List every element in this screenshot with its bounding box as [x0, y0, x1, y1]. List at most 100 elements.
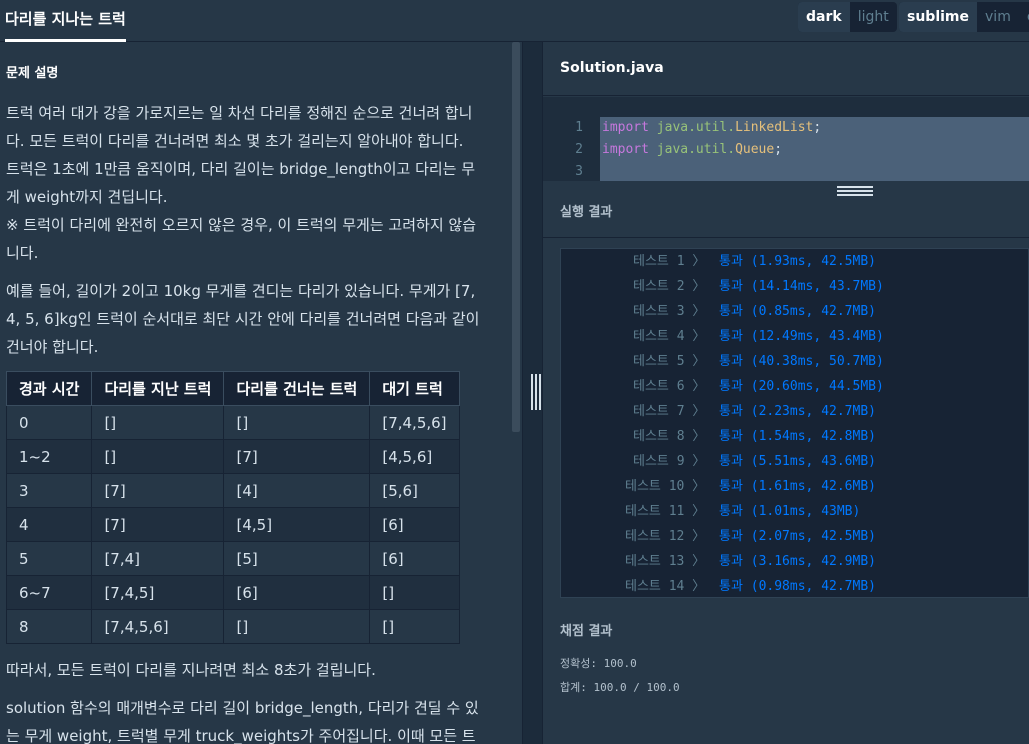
divider-grip-icon[interactable] [531, 374, 541, 410]
code-line[interactable]: 1 import java.util.LinkedList; [543, 117, 1029, 139]
theme-light-option[interactable]: light [850, 2, 897, 32]
code-text[interactable]: import java.util.LinkedList; [600, 117, 1029, 139]
theme-dark-option[interactable]: dark [798, 2, 850, 32]
table-cell: [] [223, 609, 371, 644]
test-label: 테스트 7 〉 [633, 404, 706, 419]
test-detail: (40.38ms, 50.7MB) [742, 354, 884, 369]
test-detail: (1.93ms, 42.5MB) [742, 254, 876, 269]
table-header-row: 경과 시간 다리를 지난 트럭 다리를 건너는 트럭 대기 트럭 [5, 371, 460, 406]
text-line: 게 weight까지 견딥니다. [6, 188, 168, 206]
test-detail: (1.54ms, 42.8MB) [742, 429, 876, 444]
test-detail: (1.61ms, 42.6MB) [742, 479, 876, 494]
text-line: ※ 트럭이 다리에 완전히 오르지 않은 경우, 이 트럭의 무게는 고려하지 … [6, 216, 476, 234]
keymap-vim-option[interactable]: vim [977, 2, 1019, 32]
test-status: 통과 (1.01ms, 43MB) [719, 499, 860, 524]
test-detail: (2.23ms, 42.7MB) [742, 404, 876, 419]
pass-badge: 통과 [719, 554, 743, 569]
accuracy-score: 정확성: 100.0 [560, 657, 637, 670]
description-scrollbar[interactable] [512, 42, 520, 432]
test-label: 테스트 6 〉 [633, 379, 706, 394]
pass-badge: 통과 [719, 304, 743, 319]
table-row: 6~7 [7,4,5] [6][] [5, 575, 460, 610]
test-status: 통과 (40.38ms, 50.7MB) [719, 349, 884, 374]
test-result-row: 테스트 9 〉 통과 (5.51ms, 43.6MB) [561, 449, 1028, 474]
pass-badge: 통과 [719, 429, 743, 444]
table-cell: [6] [369, 507, 460, 542]
test-result-row: 테스트 11 〉 통과 (1.01ms, 43MB) [561, 499, 1028, 524]
code-editor[interactable]: 1 import java.util.LinkedList; 2 import … [543, 97, 1029, 181]
test-result-row: 테스트 14 〉 통과 (0.98ms, 42.7MB) [561, 574, 1028, 597]
code-text[interactable]: import java.util.Queue; [600, 139, 1029, 161]
class-name: Queue [735, 142, 775, 157]
test-status: 통과 (12.49ms, 43.4MB) [719, 324, 884, 349]
test-status: 통과 (2.07ms, 42.5MB) [719, 524, 876, 549]
text-line: 다. 모든 트럭이 다리를 건너려면 최소 몇 초가 걸리는지 알아내야 합니다… [6, 132, 464, 150]
code-text[interactable] [600, 161, 1029, 181]
test-status: 통과 (14.14ms, 43.7MB) [719, 274, 884, 299]
resize-handle-icon[interactable] [837, 186, 873, 196]
keymap-emacs-option[interactable]: er [1019, 2, 1029, 32]
test-result-row: 테스트 13 〉 통과 (3.16ms, 42.9MB) [561, 549, 1028, 574]
test-detail: (0.85ms, 42.7MB) [742, 304, 876, 319]
test-label: 테스트 3 〉 [633, 304, 706, 319]
table-header: 대기 트럭 [369, 371, 460, 406]
test-status: 통과 (5.51ms, 43.6MB) [719, 449, 876, 474]
result-header: 실행 결과 [543, 182, 1029, 238]
table-cell: 5 [5, 541, 93, 576]
test-result-row: 테스트 6 〉 통과 (20.60ms, 44.5MB) [561, 374, 1028, 399]
table-row: 1~2[] [7] [4,5,6] [5, 439, 460, 474]
section-title: 문제 설명 [6, 66, 59, 81]
package: java.util. [656, 142, 736, 157]
test-label: 테스트 13 〉 [625, 554, 706, 569]
test-status: 통과 (1.61ms, 42.6MB) [719, 474, 876, 499]
test-label: 테스트 14 〉 [625, 579, 706, 594]
pass-badge: 통과 [719, 579, 743, 594]
test-result-row: 테스트 10 〉 통과 (1.61ms, 42.6MB) [561, 474, 1028, 499]
test-result-row: 테스트 4 〉 통과 (12.49ms, 43.4MB) [561, 324, 1028, 349]
pass-badge: 통과 [719, 454, 743, 469]
table-cell: 0 [5, 405, 93, 440]
grading-title: 채점 결과 [560, 624, 613, 639]
table-cell: [7,4,5] [91, 575, 225, 610]
test-results-list: 테스트 1 〉 통과 (1.93ms, 42.5MB) 테스트 2 〉 통과 (14.… [560, 248, 1029, 598]
table-header: 경과 시간 [5, 371, 93, 406]
code-line[interactable]: 3 [543, 161, 1029, 181]
test-detail: (3.16ms, 42.9MB) [742, 554, 876, 569]
test-result-row: 테스트 5 〉 통과 (40.38ms, 50.7MB) [561, 349, 1028, 374]
table-cell: [7] [223, 439, 371, 474]
grading-section: 채점 결과 정확성: 100.0 합계: 100.0 / 100.0 [560, 620, 680, 703]
file-tab[interactable]: Solution.java [543, 42, 1029, 96]
keymap-sublime-option[interactable]: sublime [899, 2, 978, 32]
pass-badge: 통과 [719, 479, 743, 494]
table-cell: [] [91, 439, 225, 474]
pass-badge: 통과 [719, 379, 743, 394]
pass-badge: 통과 [719, 279, 743, 294]
table-row: 3 [7] [4] [5,6] [5, 473, 460, 508]
problem-description-panel: 문제 설명 트럭 여러 대가 강을 가로지르는 일 차선 다리를 정해진 순으로… [0, 42, 522, 744]
solution-paragraph: solution 함수의 매개변수로 다리 길이 bridge_length, … [6, 694, 498, 744]
test-result-row: 테스트 7 〉 통과 (2.23ms, 42.7MB) [561, 399, 1028, 424]
pass-badge: 통과 [719, 504, 743, 519]
test-result-row: 테스트 8 〉 통과 (1.54ms, 42.8MB) [561, 424, 1028, 449]
test-result-row: 테스트 3 〉 통과 (0.85ms, 42.7MB) [561, 299, 1028, 324]
table-header: 다리를 지난 트럭 [91, 371, 225, 406]
test-status: 통과 (1.93ms, 42.5MB) [719, 249, 876, 274]
table-cell: 6~7 [5, 575, 93, 610]
problem-title-tab[interactable]: 다리를 지나는 트럭 [5, 0, 126, 42]
test-label: 테스트 5 〉 [633, 354, 706, 369]
test-label: 테스트 9 〉 [633, 454, 706, 469]
table-cell: [4,5] [223, 507, 371, 542]
semicolon: ; [774, 142, 783, 157]
text-line: 건너야 합니다. [6, 338, 99, 356]
table-cell: [4,5,6] [369, 439, 460, 474]
test-label: 테스트 11 〉 [625, 504, 706, 519]
table-cell: [7,4,5,6] [369, 405, 460, 440]
table-row: 5 [7,4] [5] [6] [5, 541, 460, 576]
code-line[interactable]: 2 import java.util.Queue; [543, 139, 1029, 161]
text-line: 트럭 여러 대가 강을 가로지르는 일 차선 다리를 정해진 순으로 건너려 합… [6, 104, 473, 122]
example-table: 경과 시간 다리를 지난 트럭 다리를 건너는 트럭 대기 트럭 0[][] [7… [5, 371, 460, 644]
table-header: 다리를 건너는 트럭 [223, 371, 371, 406]
text-line: 따라서, 모든 트럭이 다리를 지나려면 최소 8초가 걸립니다. [6, 661, 376, 679]
test-detail: (0.98ms, 42.7MB) [742, 579, 876, 594]
text-line: solution 함수의 매개변수로 다리 길이 bridge_length, … [6, 699, 479, 717]
